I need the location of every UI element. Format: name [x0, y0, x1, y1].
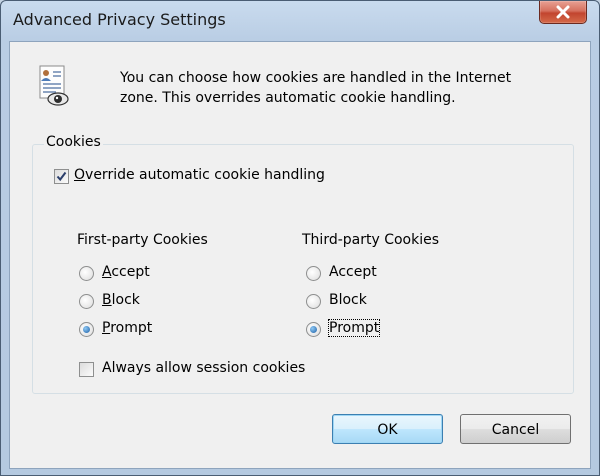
- override-checkbox[interactable]: [54, 169, 69, 184]
- session-cookies-label[interactable]: Always allow session cookies: [102, 360, 305, 376]
- checkmark-icon: [56, 171, 67, 182]
- third-party-prompt-label[interactable]: Prompt: [327, 319, 381, 337]
- first-party-accept-label[interactable]: Accept: [102, 264, 150, 280]
- info-text: You can choose how cookies are handled i…: [120, 70, 512, 106]
- first-party-block-label[interactable]: Block: [102, 292, 140, 308]
- third-party-block-label[interactable]: Block: [329, 292, 367, 308]
- dialog-content: You can choose how cookies are handled i…: [9, 41, 591, 469]
- window-title: Advanced Privacy Settings: [13, 10, 226, 29]
- third-party-header: Third-party Cookies: [302, 232, 440, 248]
- title-bar[interactable]: Advanced Privacy Settings: [1, 1, 599, 41]
- override-label[interactable]: Override automatic cookie handling: [74, 167, 325, 183]
- session-cookies-checkbox[interactable]: [79, 362, 94, 377]
- dialog-window: Advanced Privacy Settings You can choose…: [0, 0, 600, 476]
- third-party-prompt-radio[interactable]: [306, 322, 321, 337]
- third-party-accept-label[interactable]: Accept: [329, 264, 377, 280]
- first-party-prompt-label[interactable]: Prompt: [102, 320, 152, 336]
- close-button[interactable]: [539, 1, 587, 24]
- privacy-document-eye-icon: [39, 65, 69, 106]
- third-party-block-radio[interactable]: [306, 294, 321, 309]
- first-party-header: First-party Cookies: [77, 232, 208, 248]
- cancel-button[interactable]: Cancel: [460, 414, 571, 444]
- first-party-accept-radio[interactable]: [79, 266, 94, 281]
- first-party-block-radio[interactable]: [79, 294, 94, 309]
- close-icon: [556, 5, 570, 19]
- third-party-accept-radio[interactable]: [306, 266, 321, 281]
- ok-button[interactable]: OK: [332, 414, 443, 444]
- cookies-group-label: Cookies: [44, 134, 103, 150]
- first-party-prompt-radio[interactable]: [79, 322, 94, 337]
